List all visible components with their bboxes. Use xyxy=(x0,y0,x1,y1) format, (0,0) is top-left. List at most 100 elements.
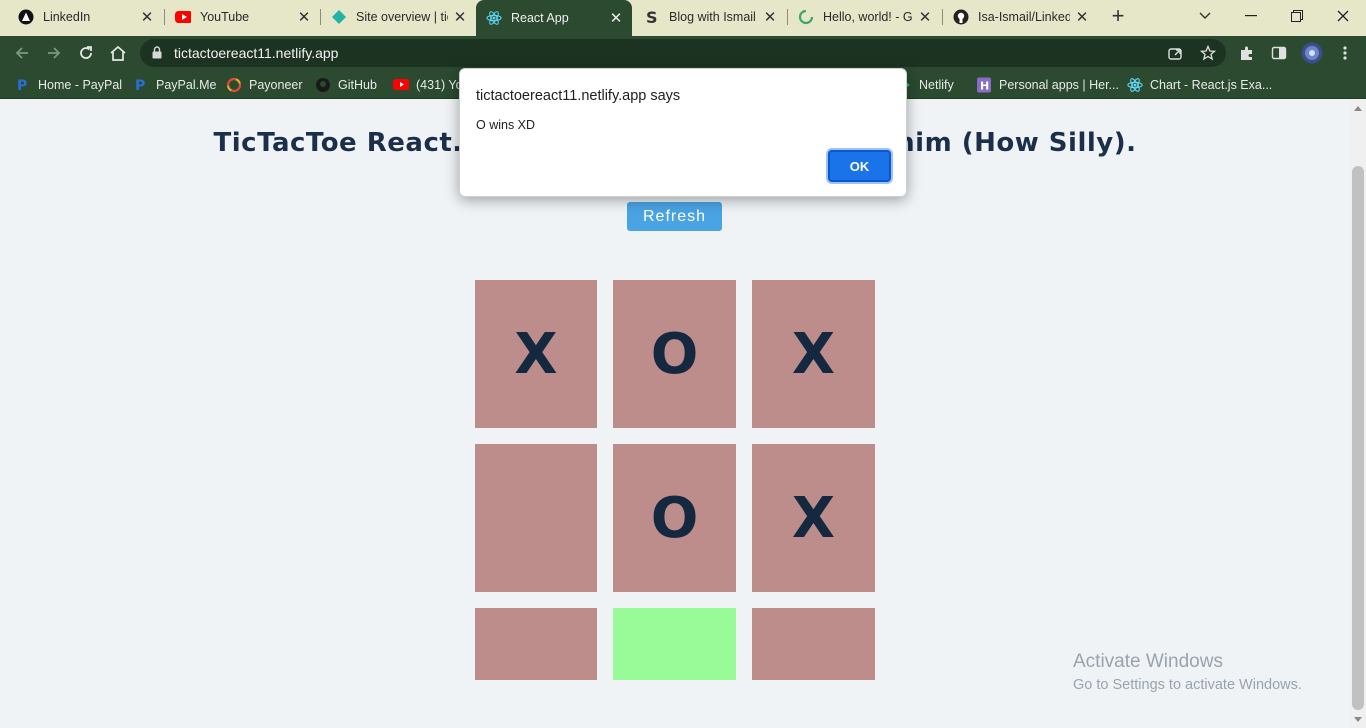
close-icon[interactable]: ✕ xyxy=(762,8,778,26)
share-icon[interactable] xyxy=(1167,45,1183,61)
home-icon xyxy=(110,45,126,61)
scrollbar-thumb[interactable] xyxy=(1352,166,1364,710)
board-cell[interactable]: X xyxy=(752,444,875,592)
profile-avatar[interactable] xyxy=(1301,42,1323,64)
browser-toolbar: tictactoereact11.netlify.app xyxy=(0,36,1366,70)
svg-text:S: S xyxy=(646,9,658,25)
refresh-button[interactable]: Refresh xyxy=(627,202,722,231)
restore-button[interactable] xyxy=(1274,0,1320,32)
tab-hello-world[interactable]: Hello, world! - Gr ✕ xyxy=(788,4,941,30)
board-cell[interactable] xyxy=(475,444,597,592)
board-cell[interactable] xyxy=(613,608,736,680)
tab-search-button[interactable] xyxy=(1182,0,1228,32)
tab-strip: LinkedIn ✕ YouTube ✕ Site overview | tic… xyxy=(0,0,1366,36)
extensions-button[interactable] xyxy=(1238,44,1256,62)
alert-dialog: tictactoereact11.netlify.app says O wins… xyxy=(459,68,907,197)
reload-button[interactable] xyxy=(74,41,98,65)
close-icon xyxy=(1337,10,1349,22)
page-scrollbar[interactable] xyxy=(1350,100,1366,728)
star-icon[interactable] xyxy=(1200,45,1216,61)
bookmark-label: Home - PayPal xyxy=(38,77,123,92)
paypal-icon: P xyxy=(15,77,31,93)
netlify-icon xyxy=(331,9,347,25)
tab-title: Blog with Ismail - xyxy=(669,10,758,24)
s-icon: S xyxy=(644,9,660,25)
ok-button[interactable]: OK xyxy=(828,150,891,182)
tab-title: Site overview | tic xyxy=(356,10,448,24)
address-bar[interactable]: tictactoereact11.netlify.app xyxy=(140,39,1226,67)
linkedin-icon xyxy=(18,9,34,25)
home-button[interactable] xyxy=(106,41,130,65)
close-icon[interactable]: ✕ xyxy=(296,8,312,26)
svg-text:P: P xyxy=(135,78,145,93)
board-cell[interactable]: O xyxy=(613,444,736,592)
close-icon[interactable]: ✕ xyxy=(608,9,624,27)
tab-github-repo[interactable]: Isa-Ismail/Linked ✕ xyxy=(943,4,1098,30)
dialog-origin: tictactoereact11.netlify.app says xyxy=(476,88,681,104)
lock-icon xyxy=(152,46,162,59)
close-icon[interactable]: ✕ xyxy=(1074,8,1090,26)
tab-blog[interactable]: S Blog with Ismail - ✕ xyxy=(634,4,786,30)
react-icon xyxy=(1127,77,1143,93)
bookmark-label: GitHub xyxy=(338,77,377,92)
tab-youtube[interactable]: YouTube ✕ xyxy=(165,4,320,30)
board-cell[interactable]: X xyxy=(475,280,597,428)
dialog-message: O wins XD xyxy=(476,118,536,132)
tab-linkedin[interactable]: LinkedIn ✕ xyxy=(8,4,163,30)
payoneer-icon xyxy=(226,77,242,93)
side-panel-button[interactable] xyxy=(1270,44,1288,62)
minimize-button[interactable] xyxy=(1228,0,1274,32)
restore-icon xyxy=(1291,10,1303,22)
bookmark-home-paypal[interactable]: P Home - PayPal xyxy=(15,76,122,93)
bookmark-netlify[interactable]: Netlify xyxy=(902,76,954,93)
github-icon xyxy=(315,77,331,93)
tab-react-app[interactable]: React App ✕ xyxy=(476,0,632,36)
minimize-icon xyxy=(1245,15,1257,17)
scroll-down-arrow-icon[interactable] xyxy=(1354,717,1362,722)
tab-title: Hello, world! - Gr xyxy=(823,10,913,24)
more-vert-icon xyxy=(1343,46,1347,60)
board-cell[interactable] xyxy=(752,608,875,680)
chevron-down-icon xyxy=(1199,12,1211,19)
activate-windows-watermark: Activate Windows Go to Settings to activ… xyxy=(1073,651,1302,693)
side-panel-icon xyxy=(1271,46,1287,60)
forward-button[interactable] xyxy=(42,41,66,65)
bookmark-payoneer[interactable]: Payoneer xyxy=(226,76,303,93)
bookmark-label: Chart - React.js Exa... xyxy=(1150,77,1273,92)
close-icon[interactable]: ✕ xyxy=(917,8,933,26)
bookmark-label: Payoneer xyxy=(249,77,303,92)
github-icon xyxy=(953,9,969,25)
bookmark-label: Netlify xyxy=(919,77,954,92)
close-icon[interactable]: ✕ xyxy=(452,8,468,26)
loading-icon xyxy=(798,9,814,25)
new-tab-button[interactable]: + xyxy=(1104,4,1132,30)
bookmark-label: Personal apps | Her... xyxy=(999,77,1119,92)
back-button[interactable] xyxy=(10,41,34,65)
bookmark-chart-react[interactable]: Chart - React.js Exa... xyxy=(1127,76,1272,93)
board-cell[interactable] xyxy=(475,608,597,680)
paypal-icon: P xyxy=(133,77,149,93)
react-icon xyxy=(486,10,502,26)
menu-button[interactable] xyxy=(1336,44,1354,62)
board-cell[interactable]: X xyxy=(752,280,875,428)
scroll-up-arrow-icon[interactable] xyxy=(1354,106,1362,111)
watermark-subtitle: Go to Settings to activate Windows. xyxy=(1073,677,1302,693)
tab-title: YouTube xyxy=(200,10,250,24)
youtube-icon xyxy=(393,77,409,93)
bookmark-heroku[interactable]: H Personal apps | Her... xyxy=(976,76,1119,93)
bookmark-github[interactable]: GitHub xyxy=(315,76,377,93)
close-window-button[interactable] xyxy=(1320,0,1366,32)
arrow-right-icon xyxy=(48,47,61,59)
tab-title: React App xyxy=(511,11,569,25)
board-cell[interactable]: O xyxy=(613,280,736,428)
tab-title: Isa-Ismail/Linked xyxy=(978,10,1070,24)
arrow-left-icon xyxy=(15,47,28,59)
bookmark-paypal-me[interactable]: P PayPal.Me xyxy=(133,76,216,93)
reload-icon xyxy=(80,46,92,59)
watermark-title: Activate Windows xyxy=(1073,651,1223,672)
bookmark-youtube[interactable]: (431) Yo xyxy=(393,76,463,93)
tab-site-overview[interactable]: Site overview | tic ✕ xyxy=(321,4,476,30)
close-icon[interactable]: ✕ xyxy=(139,8,155,26)
tab-title: LinkedIn xyxy=(43,10,91,24)
youtube-icon xyxy=(175,9,191,25)
